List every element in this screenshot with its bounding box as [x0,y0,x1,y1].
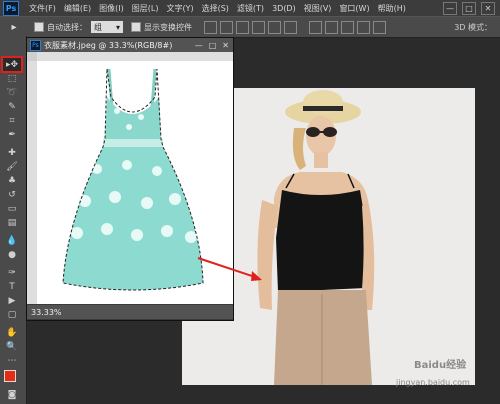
menu-type[interactable]: 文字(Y) [162,3,197,14]
blur-tool-icon[interactable]: 💧 [3,234,21,247]
menu-edit[interactable]: 编辑(E) [60,3,95,14]
crop-tool-icon[interactable]: ⌗ [3,114,21,127]
more-tools-icon[interactable]: ⋯ [3,354,21,367]
hand-tool-icon[interactable]: ✋ [3,326,21,339]
vertical-ruler[interactable] [27,61,37,304]
distribute-top-icon[interactable] [309,20,322,34]
distribute-bottom-icon[interactable] [341,20,354,34]
photoshop-logo: Ps [3,0,19,16]
menu-bar: Ps 文件(F) 编辑(E) 图像(I) 图层(L) 文字(Y) 选择(S) 滤… [0,0,500,16]
brush-tool-icon[interactable]: 🖌 [3,160,21,173]
distribute-right-icon[interactable] [373,20,386,34]
document-title-bar[interactable]: Ps 衣服素材.jpeg @ 33.3%(RGB/8#) — □ ✕ [27,38,233,52]
menu-view[interactable]: 视图(V) [300,3,336,14]
chevron-down-icon: ▾ [115,22,120,32]
watermark-logo: Baidu经验 [414,360,467,371]
menu-select[interactable]: 选择(S) [198,3,233,14]
foreground-color-swatch[interactable] [4,370,16,382]
align-center-icon[interactable] [268,20,281,34]
distribute-left-icon[interactable] [357,20,370,34]
auto-select-value: 组 [94,22,102,32]
watermark-url: jingyan.baidu.com [396,378,470,387]
horizontal-ruler[interactable] [37,52,233,61]
document-title: 衣服素材.jpeg @ 33.3%(RGB/8#) [44,40,173,50]
align-top-icon[interactable] [204,20,217,34]
path-select-tool-icon[interactable]: ▶ [3,294,21,307]
quick-mask-icon[interactable]: ◙ [3,388,21,401]
zoom-level[interactable]: 33.33% [31,308,62,317]
zoom-tool-icon[interactable]: 🔍 [3,340,21,353]
red-arrow-annotation [197,257,262,281]
auto-select-dropdown[interactable]: 组 ▾ [91,21,123,33]
menu-image[interactable]: 图像(I) [95,3,128,14]
menu-filter[interactable]: 滤镜(T) [233,3,268,14]
document-minimize-button[interactable]: — [195,41,203,50]
align-left-icon[interactable] [252,20,265,34]
tools-panel: ▸✥ ⬚ ➰ ✎ ⌗ ✒ ✚ 🖌 ♣ ↺ ▭ ▤ 💧 ● ✑ T ▶ ▢ ✋ 🔍… [0,36,27,404]
pen-tool-icon[interactable]: ✑ [3,266,21,279]
rectangle-tool-icon[interactable]: ▢ [3,308,21,321]
show-transform-label: 显示变换控件 [144,22,192,32]
options-bar: ▸ 自动选择： 组 ▾ 显示变换控件 3D 模式： [0,16,500,38]
document-status-bar: 33.33% [27,305,233,319]
distribute-middle-icon[interactable] [325,20,338,34]
document-ps-icon: Ps [30,39,41,51]
eyedropper-tool-icon[interactable]: ✒ [3,128,21,141]
clone-stamp-tool-icon[interactable]: ♣ [3,174,21,187]
minimize-button[interactable]: — [443,1,457,15]
align-bottom-icon[interactable] [236,20,249,34]
align-middle-icon[interactable] [220,20,233,34]
align-right-icon[interactable] [284,20,297,34]
auto-select-checkbox[interactable] [34,22,44,32]
document-close-button[interactable]: ✕ [222,41,229,50]
window-controls: — □ ✕ [443,1,500,15]
menu-help[interactable]: 帮助(H) [374,3,410,14]
menu-layer[interactable]: 图层(L) [128,3,163,14]
type-tool-icon[interactable]: T [3,280,21,293]
auto-select-label: 自动选择： [47,22,87,32]
show-transform-checkbox[interactable] [131,22,141,32]
align-buttons [204,20,297,34]
lasso-tool-icon[interactable]: ➰ [3,86,21,99]
maximize-button[interactable]: □ [462,1,476,15]
marquee-tool-icon[interactable]: ⬚ [3,72,21,85]
close-button[interactable]: ✕ [481,1,495,15]
ruler-corner[interactable] [27,52,37,61]
quick-select-tool-icon[interactable]: ✎ [3,100,21,113]
menu-file[interactable]: 文件(F) [25,3,60,14]
move-tool-icon[interactable]: ▸✥ [1,56,23,73]
document-maximize-button[interactable]: □ [209,41,217,50]
distribute-buttons [309,20,386,34]
gradient-tool-icon[interactable]: ▤ [3,216,21,229]
mode-3d-label: 3D 模式： [454,22,492,32]
dodge-tool-icon[interactable]: ● [3,248,21,261]
move-tool-preset-icon[interactable]: ▸ [2,19,26,35]
history-brush-tool-icon[interactable]: ↺ [3,188,21,201]
eraser-tool-icon[interactable]: ▭ [3,202,21,215]
healing-brush-tool-icon[interactable]: ✚ [3,146,21,159]
menu-3d[interactable]: 3D(D) [268,4,300,13]
menu-window[interactable]: 窗口(W) [335,3,373,14]
document-window-controls: — □ ✕ [195,41,233,50]
